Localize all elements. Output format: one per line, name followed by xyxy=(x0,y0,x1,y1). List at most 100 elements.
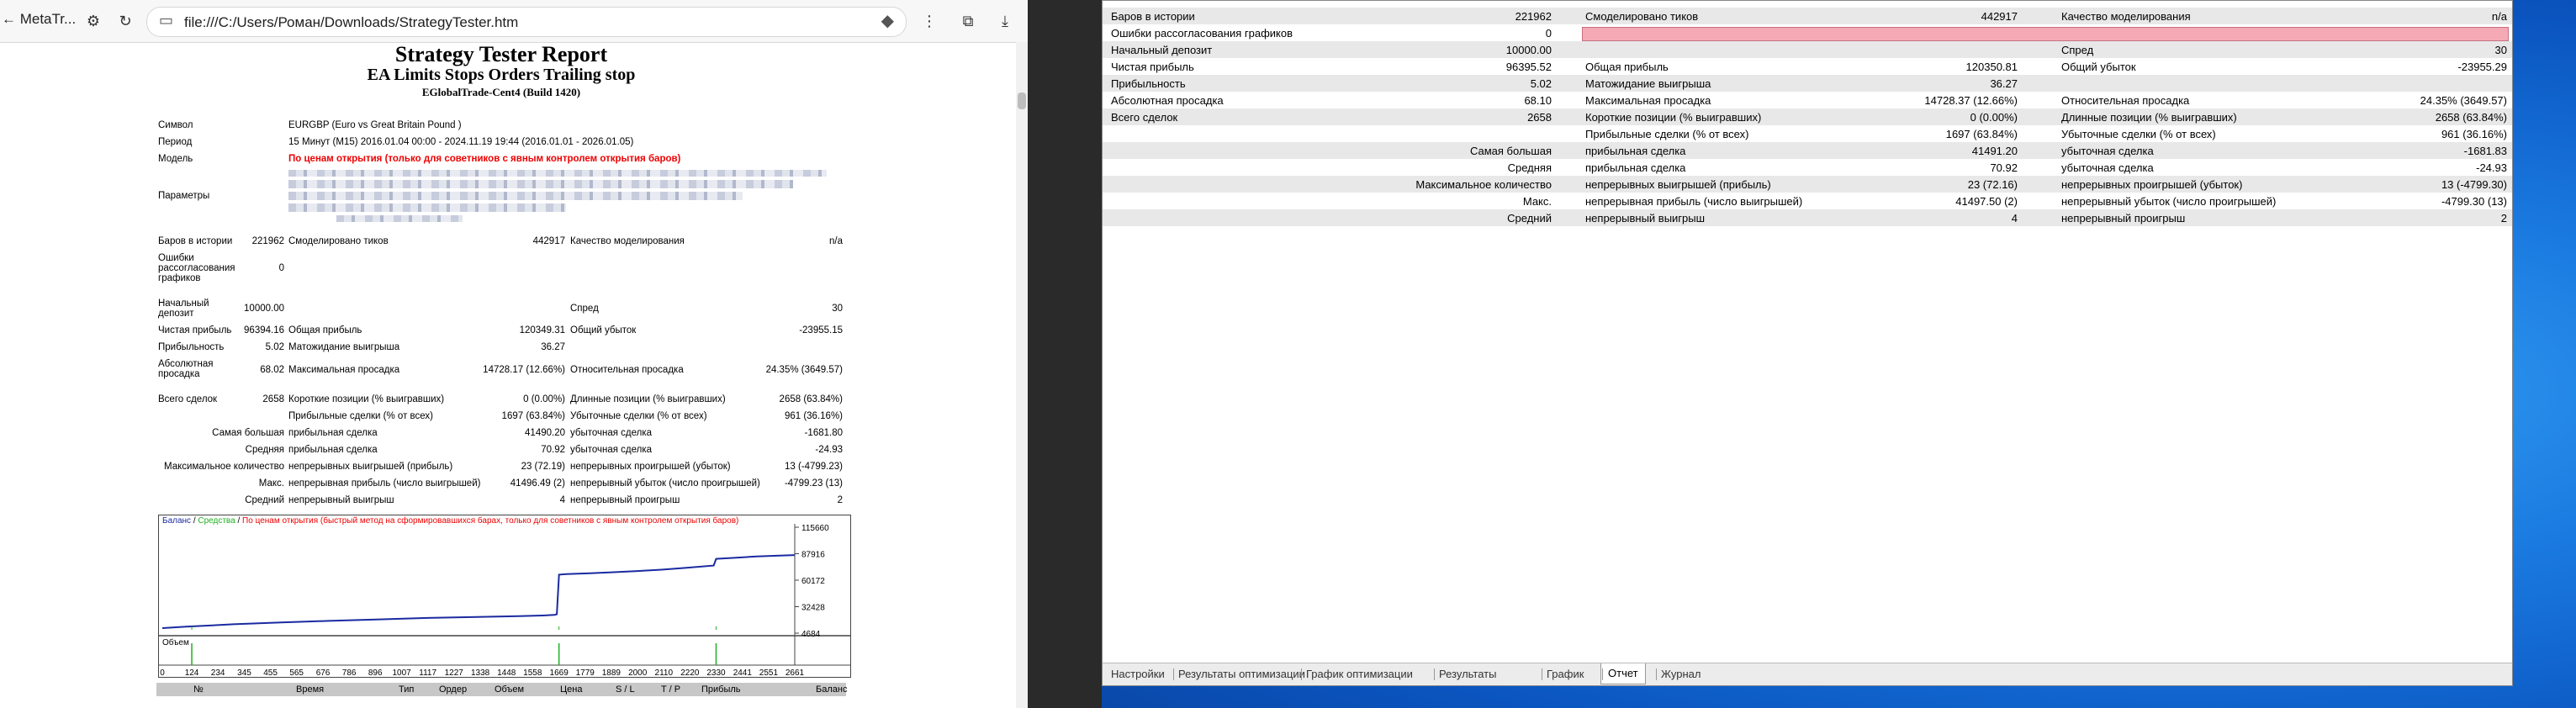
mt4-stat-label: Ошибки рассогласования графиков xyxy=(1111,27,1293,40)
mt4-stat-value: 30 xyxy=(2494,44,2507,56)
mt4-stat-label: убыточная сделка xyxy=(2061,161,2154,174)
y-tick-label: 32428 xyxy=(801,604,825,613)
mt4-stat-value: 68.10 xyxy=(1524,94,1552,107)
mt4-report-row: Начальный депозит 10000.00 Спред 30 xyxy=(1103,41,2512,58)
report-title: Strategy Tester Report xyxy=(394,42,608,66)
mt4-stat-value: 13 (-4799.30) xyxy=(2441,178,2507,191)
mt4-stat-label: Максимальное количество xyxy=(1415,178,1552,191)
mismatch-error-bar xyxy=(1582,27,2509,41)
tab-1[interactable]: Результаты оптимизации xyxy=(1178,668,1305,680)
address-bar[interactable]: ▭ file:///C:/Users/Роман/Downloads/Strat… xyxy=(146,7,907,37)
payoff-label: Матожидание выигрыша xyxy=(288,342,400,352)
x-tick-label: 2000 xyxy=(628,668,648,677)
tab-4[interactable]: График xyxy=(1547,668,1584,680)
model-label: Модель xyxy=(158,154,193,164)
mt4-report-row: Баров в истории 221962 Смоделировано тиков… xyxy=(1103,8,2512,24)
back-tab-button[interactable]: ← MetaTr... xyxy=(2,11,76,28)
scrollbar-thumb[interactable] xyxy=(1018,92,1026,109)
mt4-stat-label: Смоделировано тиков xyxy=(1585,10,1699,23)
trade-table-header-cell: Прибыль xyxy=(701,684,741,695)
bookmark-icon[interactable]: ◆ xyxy=(881,10,894,31)
trade-table-header-cell: S / L xyxy=(616,684,635,695)
trade-table-header-cell: Объем xyxy=(495,684,525,695)
x-tick-label: 1669 xyxy=(550,668,569,677)
model-value: По ценам открытия (только для советников… xyxy=(288,154,681,164)
total-label: Всего сделок xyxy=(158,394,218,404)
period-value: 15 Минут (M15) 2016.01.04 00:00 - 2024.1… xyxy=(288,137,634,147)
y-tick-label: 4684 xyxy=(801,630,821,639)
pf-value: 5.02 xyxy=(265,342,284,352)
mt4-stat-label: прибыльная сделка xyxy=(1585,145,1686,157)
mt4-report-row: Самая большая прибыльная сделка 41491.20 уб… xyxy=(1103,142,2512,159)
mt4-stat-value: -23955.29 xyxy=(2457,61,2507,73)
x-tick-label: 0 xyxy=(160,668,165,677)
blurred-parameters-row xyxy=(288,203,566,212)
abs-dd-value: 68.02 xyxy=(260,365,284,375)
mt4-stat-label: Самая большая xyxy=(1469,145,1552,157)
tab-6[interactable]: Журнал xyxy=(1661,668,1701,680)
tab-separator xyxy=(1301,668,1302,680)
mt4-stat-label: Качество моделирования xyxy=(2061,10,2191,23)
mt4-stat-label: Средняя xyxy=(1507,161,1552,174)
mt4-stat-value: 36.27 xyxy=(1990,77,2018,90)
quality-value: n/a xyxy=(829,236,843,246)
pf-label: Прибыльность xyxy=(158,342,225,352)
blurred-parameters-row xyxy=(288,192,743,200)
page-scrollbar[interactable] xyxy=(1016,42,1028,708)
settings-icon[interactable]: ⚙ xyxy=(82,10,104,32)
tab-5[interactable]: Отчет xyxy=(1600,663,1646,684)
max-dd-label: Максимальная просадка xyxy=(288,365,400,375)
mt4-stat-value: 70.92 xyxy=(1990,161,2018,174)
mt4-stat-value: 120350.81 xyxy=(1965,61,2018,73)
largest-loss-value: -1681.80 xyxy=(804,428,843,438)
x-tick-label: 455 xyxy=(263,668,278,677)
mt4-report-row: Макс. непрерывная прибыль (число выигрыше… xyxy=(1103,193,2512,209)
balance-line xyxy=(161,554,796,629)
mt4-stat-label: Абсолютная просадка xyxy=(1111,94,1224,107)
mean-label: Средний xyxy=(245,495,284,505)
largest-profit-value: 41490.20 xyxy=(525,428,565,438)
mt4-stat-value: n/a xyxy=(2491,10,2507,23)
net-value: 96394.16 xyxy=(244,325,284,336)
mt4-stat-label: Длинные позиции (% выигравших) xyxy=(2061,111,2237,124)
address-text[interactable]: file:///C:/Users/Роман/Downloads/Strateg… xyxy=(184,14,518,31)
loss-trades-value: 961 (36.16%) xyxy=(784,411,843,421)
collections-icon[interactable]: ⧉ xyxy=(957,10,979,32)
x-tick-label: 1117 xyxy=(419,668,436,677)
trade-table-header-cell: № xyxy=(193,684,204,695)
browser-window: ← MetaTr... ⚙ ↻ ▭ file:///C:/Users/Роман… xyxy=(0,0,1028,708)
x-tick-label: 1558 xyxy=(523,668,542,677)
deposit-label: депозит xyxy=(158,309,194,319)
balance-chart: Баланс / Средства / По ценам открытия (б… xyxy=(158,515,851,678)
mt4-stat-label: Общий убыток xyxy=(2061,61,2136,73)
mt4-stat-label: непрерывная прибыль (число выигрышей) xyxy=(1585,195,1803,208)
tab-0[interactable]: Настройки xyxy=(1111,668,1165,680)
avg-loss-value: -24.93 xyxy=(815,445,843,455)
metatrader-window-frame xyxy=(1028,0,1102,708)
tab-2[interactable]: График оптимизации xyxy=(1306,668,1413,680)
x-tick-label: 2661 xyxy=(785,668,805,677)
tab-3[interactable]: Результаты xyxy=(1439,668,1496,680)
mt4-stat-value: 5.02 xyxy=(1530,77,1552,90)
x-tick-label: 1779 xyxy=(576,668,595,677)
short-value: 0 (0.00%) xyxy=(523,394,565,404)
mt4-report-row: Всего сделок 2658 Короткие позиции (% выиг… xyxy=(1103,108,2512,125)
errors-label: рассогласования xyxy=(158,263,235,273)
cons-wins-value: 23 (72.19) xyxy=(521,462,565,472)
reload-icon[interactable]: ↻ xyxy=(114,10,136,32)
loss-trades-label: Убыточные сделки (% от всех) xyxy=(570,411,707,421)
mt4-stat-value: 10000.00 xyxy=(1505,44,1552,56)
largest-profit-label: прибыльная сделка xyxy=(288,428,378,438)
tab-separator xyxy=(1656,668,1657,680)
trade-table-header-cell: T / P xyxy=(661,684,681,695)
x-tick-label: 896 xyxy=(368,668,383,677)
x-tick-label: 2330 xyxy=(706,668,726,677)
download-icon[interactable]: ⤓ xyxy=(994,10,1016,32)
x-tick-label: 2110 xyxy=(655,668,674,677)
errors-value: 0 xyxy=(278,263,284,273)
menu-dots-icon[interactable]: ⋮ xyxy=(918,10,940,32)
cons-profit-value: 41496.49 (2) xyxy=(510,478,565,489)
trade-table-header: № Время Тип Ордер Объем Цена S / L T / P Прибыль… xyxy=(156,683,847,696)
deposit-label: Начальный xyxy=(158,299,209,309)
mt4-report-row: Чистая прибыль 96395.52 Общая прибыль 12035… xyxy=(1103,58,2512,75)
